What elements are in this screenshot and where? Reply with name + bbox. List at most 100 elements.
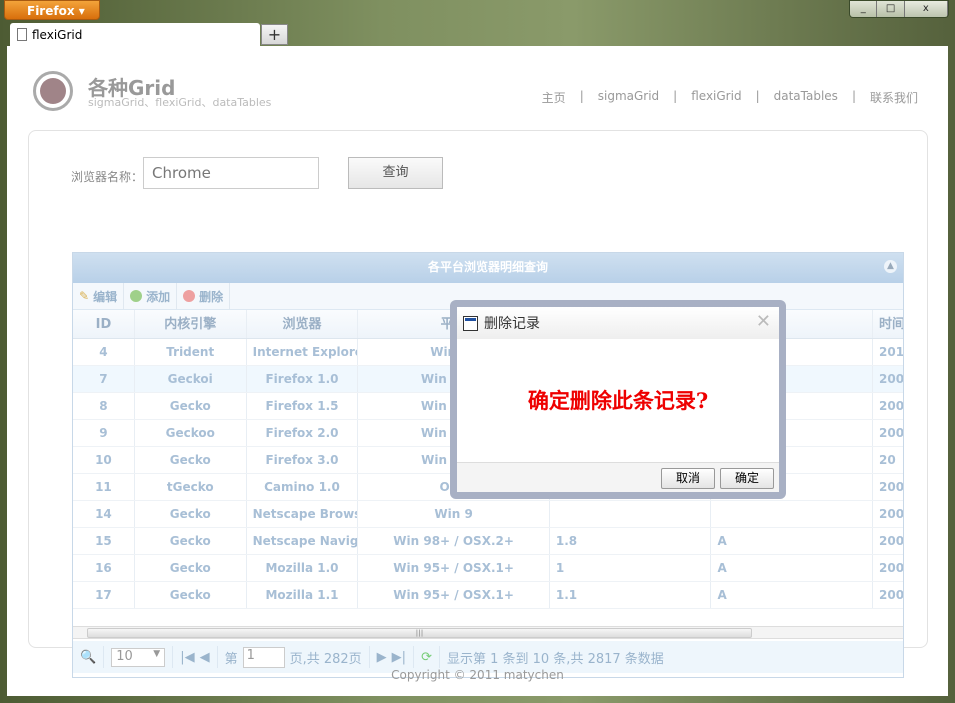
table-cell: 200 [879, 372, 903, 386]
table-cell: Gecko [135, 447, 247, 473]
dialog-message: 确定删除此条记录? [527, 388, 709, 413]
last-page-icon[interactable]: ▶| [392, 650, 406, 665]
table-cell: 1 [550, 555, 712, 581]
table-cell: Internet Explorer [247, 339, 359, 365]
table-cell: Firefox 2.0 [247, 420, 359, 446]
ok-button[interactable]: 确定 [720, 468, 774, 489]
table-cell: Geckoo [135, 420, 247, 446]
table-cell: Gecko [135, 501, 247, 527]
table-cell [711, 501, 874, 527]
dialog-close-icon[interactable]: ✕ [756, 311, 771, 332]
table-cell: 17 [73, 582, 135, 608]
table-cell: 4 [73, 339, 135, 365]
nav-sep: | [755, 89, 760, 103]
column-header[interactable]: 内核引擎 [135, 310, 247, 338]
table-cell: tGecko [135, 474, 247, 500]
edit-button[interactable]: ✎ 编辑 [73, 283, 125, 309]
query-button[interactable]: 查询 [348, 157, 443, 189]
add-button[interactable]: 添加 [124, 283, 178, 309]
table-cell: Camino 1.0 [247, 474, 359, 500]
table-cell: 9 [73, 420, 135, 446]
nav-sep: | [851, 89, 856, 103]
table-cell [550, 501, 712, 527]
table-cell: Win 95+ / OSX.1+ [358, 555, 550, 581]
dialog-header: 删除记录 [457, 307, 779, 339]
table-cell: 10 [73, 447, 135, 473]
nav-sep: | [579, 89, 584, 103]
horizontal-scrollbar[interactable]: ||| [73, 626, 903, 639]
copyright: Copyright © 2011 matychen [391, 668, 564, 682]
table-cell: Geckoi [135, 366, 247, 392]
column-header[interactable]: 时间 [873, 310, 903, 338]
nav-sep: | [673, 89, 678, 103]
table-cell: 14 [73, 501, 135, 527]
logo [33, 71, 73, 111]
table-cell: Gecko [135, 528, 247, 554]
dialog-footer: 取消 确定 [457, 462, 779, 492]
table-row[interactable]: 17 Gecko Mozilla 1.1 Win 95+ / OSX.1+ 1.1 A 20… [73, 582, 903, 609]
nav-sigmagrid[interactable]: sigmaGrid [598, 89, 659, 106]
table-cell: Gecko [135, 555, 247, 581]
table-cell: 16 [73, 555, 135, 581]
firefox-menu-button[interactable]: Firefox ▾ [4, 0, 100, 20]
top-nav: 主页 | sigmaGrid | flexiGrid | dataTables | 联系… [542, 89, 918, 106]
collapse-icon[interactable]: ▲ [884, 260, 897, 273]
table-cell: A [711, 582, 874, 608]
table-cell: 200 [879, 534, 903, 548]
table-cell: 8 [73, 393, 135, 419]
nav-flexigrid[interactable]: flexiGrid [691, 89, 741, 106]
page-icon [17, 28, 27, 41]
table-cell: A [711, 528, 874, 554]
new-tab-button[interactable]: + [261, 24, 288, 45]
column-header[interactable]: ID [73, 310, 135, 338]
table-cell: 200 [879, 561, 903, 575]
table-cell: Firefox 1.5 [247, 393, 359, 419]
table-cell: A [711, 555, 874, 581]
table-cell: 201 [879, 345, 903, 359]
nav-contact[interactable]: 联系我们 [870, 89, 918, 106]
cancel-button[interactable]: 取消 [661, 468, 715, 489]
page-input[interactable]: 1 [242, 646, 285, 668]
table-cell: Mozilla 1.0 [247, 555, 359, 581]
browser-tab[interactable]: flexiGrid [10, 23, 260, 46]
next-page-icon[interactable]: ▶ [377, 650, 387, 665]
table-cell: Trident [135, 339, 247, 365]
table-cell: Win 95+ / OSX.1+ [358, 582, 550, 608]
scrollbar-thumb[interactable]: ||| [87, 628, 752, 638]
window-icon [463, 315, 478, 331]
table-cell: Win 98+ / OSX.2+ [358, 528, 550, 554]
table-row[interactable]: 16 Gecko Mozilla 1.0 Win 95+ / OSX.1+ 1 A 200 [73, 555, 903, 582]
table-cell: Mozilla 1.1 [247, 582, 359, 608]
table-cell: Gecko [135, 582, 247, 608]
browser-name-input[interactable] [143, 157, 319, 189]
table-row[interactable]: 14GeckoNetscape BrowserWin 9 200 [73, 501, 903, 528]
nav-datatables[interactable]: dataTables [774, 89, 838, 106]
table-cell: 20 [879, 453, 896, 467]
pencil-icon: ✎ [79, 289, 90, 303]
table-row[interactable]: 15GeckoNetscape NavigatorWin 98+ / OSX.2… [73, 528, 903, 555]
table-cell: Gecko [135, 393, 247, 419]
table-cell: 200 [879, 507, 903, 521]
table-cell: 1.1 [550, 582, 712, 608]
minimize-button[interactable]: _ [850, 1, 878, 17]
nav-home[interactable]: 主页 [542, 89, 566, 106]
page-size-select[interactable]: 10 ▼ [111, 647, 166, 667]
table-cell: 11 [73, 474, 135, 500]
table-cell: 200 [879, 426, 903, 440]
table-cell: Netscape Navigator [247, 528, 359, 554]
table-cell: Firefox 3.0 [247, 447, 359, 473]
refresh-icon[interactable]: ⟳ [421, 650, 432, 665]
column-header[interactable]: 浏览器 [247, 310, 359, 338]
close-window-button[interactable]: x [904, 1, 948, 17]
pager-status: 显示第 1 条到 10 条,共 2817 条数据 [446, 651, 664, 667]
delete-button[interactable]: 删除 [177, 283, 231, 309]
first-page-icon[interactable]: |◀ [180, 650, 194, 665]
search-icon[interactable]: 🔍 [80, 650, 96, 665]
table-cell: Win 9 [358, 501, 550, 527]
table-cell: 7 [73, 366, 135, 392]
maximize-button[interactable]: □ [877, 1, 905, 17]
grid-title-bar: 各平台浏览器明细查询 ▲ [73, 253, 903, 283]
table-cell: 15 [73, 528, 135, 554]
prev-page-icon[interactable]: ◀ [200, 650, 210, 665]
table-cell: 1.8 [550, 528, 712, 554]
